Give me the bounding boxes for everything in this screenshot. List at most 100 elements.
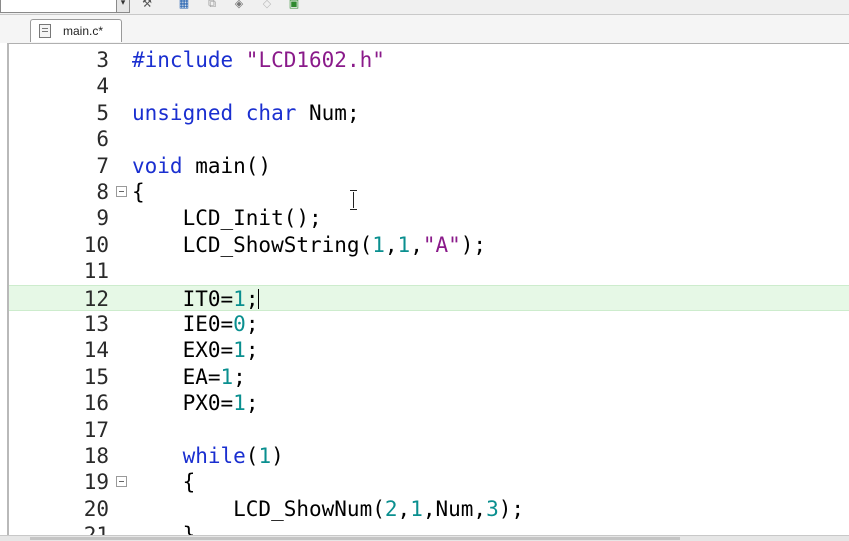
tab-main-c[interactable]: main.c* — [30, 19, 122, 42]
tab-strip: main.c* — [0, 15, 849, 43]
copy-icon[interactable]: ⧉ — [205, 0, 219, 11]
line-number: 16 — [83, 391, 109, 416]
options-icon[interactable]: ◇ — [260, 0, 274, 11]
code-line[interactable]: 16 PX0=1; — [9, 390, 849, 416]
code-token: ; — [245, 286, 259, 311]
code-line[interactable]: 8{ — [9, 179, 849, 205]
code-token: 1 — [220, 364, 234, 389]
tab-label: main.c* — [63, 24, 104, 38]
code-editor[interactable]: 3 #include "LCD1602.h" 4 5 unsigned char Num… — [7, 43, 849, 536]
code-line[interactable]: 19 { — [9, 469, 849, 495]
line-number: 21 — [83, 523, 109, 536]
code-line[interactable]: 11 — [9, 258, 849, 284]
code-token: 2 — [384, 496, 398, 521]
fold-toggle-icon[interactable] — [116, 186, 127, 197]
diamond-icon[interactable]: ◈ — [232, 0, 246, 11]
code-text: LCD_Init(); — [132, 205, 322, 231]
code-line[interactable]: 9 LCD_Init(); — [9, 205, 849, 231]
line-number: 12 — [83, 286, 109, 311]
line-number: 13 — [83, 312, 109, 336]
line-number: 20 — [83, 496, 109, 521]
manage-icon[interactable]: ▣ — [287, 0, 301, 11]
code-line[interactable]: 5 unsigned char Num; — [9, 100, 849, 126]
code-token: main() — [182, 153, 272, 178]
code-token: ( — [245, 444, 259, 468]
code-line[interactable]: 12 IT0=1; — [9, 284, 849, 312]
code-text: } — [132, 522, 196, 536]
code-token: 1 — [397, 232, 411, 257]
code-token: 1 — [233, 338, 246, 363]
line-number: 6 — [96, 127, 109, 152]
code-line[interactable]: 7 void main() — [9, 153, 849, 179]
horizontal-scrollbar[interactable] — [0, 535, 849, 541]
line-number: 17 — [83, 417, 109, 442]
code-token: ); — [498, 496, 525, 521]
code-token: , — [384, 232, 398, 257]
code-token: 1 — [372, 232, 385, 257]
line-number: 15 — [83, 364, 109, 389]
wand-icon[interactable]: ⚒ — [140, 0, 154, 11]
code-token: { — [132, 180, 145, 204]
code-token: { — [132, 470, 196, 495]
code-line[interactable]: 6 — [9, 126, 849, 152]
code-line[interactable]: 3 #include "LCD1602.h" — [9, 47, 849, 73]
component-icon[interactable]: ▦ — [177, 0, 191, 11]
code-line[interactable]: 17 — [9, 417, 849, 443]
line-number: 3 — [96, 48, 109, 72]
code-token: #include — [132, 48, 246, 72]
code-token: LCD_Init(); — [132, 206, 322, 231]
code-token: ,Num, — [422, 496, 487, 521]
code-token: ; — [245, 338, 259, 363]
code-text: IT0=1; — [132, 286, 260, 312]
code-token: ); — [460, 232, 487, 257]
code-text: EX0=1; — [132, 337, 259, 363]
code-token: IE0= — [132, 312, 234, 336]
code-token: 1 — [258, 444, 272, 468]
code-text: #include "LCD1602.h" — [132, 47, 385, 73]
code-token: ; — [245, 391, 259, 416]
code-token: , — [410, 232, 423, 257]
code-token: "A" — [422, 232, 461, 257]
code-token: 3 — [486, 496, 499, 521]
code-token: PX0= — [132, 391, 234, 416]
code-token: , — [397, 496, 411, 521]
code-text: IE0=0; — [132, 311, 259, 337]
code-text: { — [132, 469, 196, 495]
code-line[interactable]: 14 EX0=1; — [9, 337, 849, 363]
line-number: 11 — [83, 259, 109, 284]
code-token: ) — [271, 444, 284, 468]
code-token: IT0= — [132, 286, 234, 311]
code-line[interactable]: 15 EA=1; — [9, 364, 849, 390]
code-line[interactable]: 4 — [9, 73, 849, 99]
line-number: 10 — [83, 232, 109, 257]
line-number: 4 — [96, 74, 109, 99]
code-token: void — [132, 153, 183, 178]
target-select[interactable]: rt ▾ — [0, 0, 130, 13]
dropdown-arrow-icon[interactable]: ▾ — [116, 0, 129, 12]
code-text: LCD_ShowString(1,1,"A"); — [132, 232, 487, 258]
code-token: ; — [245, 312, 259, 336]
code-line[interactable]: 13 IE0=0; — [9, 311, 849, 337]
code-token: 1 — [233, 391, 246, 416]
code-line[interactable]: 18 while(1) — [9, 443, 849, 469]
code-line[interactable]: 21 } — [9, 522, 849, 536]
code-token: LCD_ShowString( — [132, 232, 373, 257]
line-number: 14 — [83, 338, 109, 363]
ibeam-cursor-icon — [350, 190, 358, 210]
code-text: EA=1; — [132, 364, 246, 390]
code-line[interactable]: 20 LCD_ShowNum(2,1,Num,3); — [9, 496, 849, 522]
code-line[interactable]: 10 LCD_ShowString(1,1,"A"); — [9, 232, 849, 258]
code-token: unsigned char — [132, 100, 297, 125]
code-token: ; — [233, 364, 246, 389]
toolbar: rt ▾ ⚒ ▦ ⧉ ◈ ◇ ▣ — [0, 0, 849, 15]
file-icon — [39, 24, 51, 38]
code-text: void main() — [132, 153, 271, 179]
code-token: LCD_ShowNum( — [132, 496, 385, 521]
code-text: { — [132, 179, 145, 205]
code-token: Num; — [296, 100, 360, 125]
line-number: 8 — [96, 180, 109, 204]
code-token: "LCD1602.h" — [245, 48, 385, 72]
fold-toggle-icon[interactable] — [116, 476, 127, 488]
line-number: 18 — [83, 444, 109, 468]
